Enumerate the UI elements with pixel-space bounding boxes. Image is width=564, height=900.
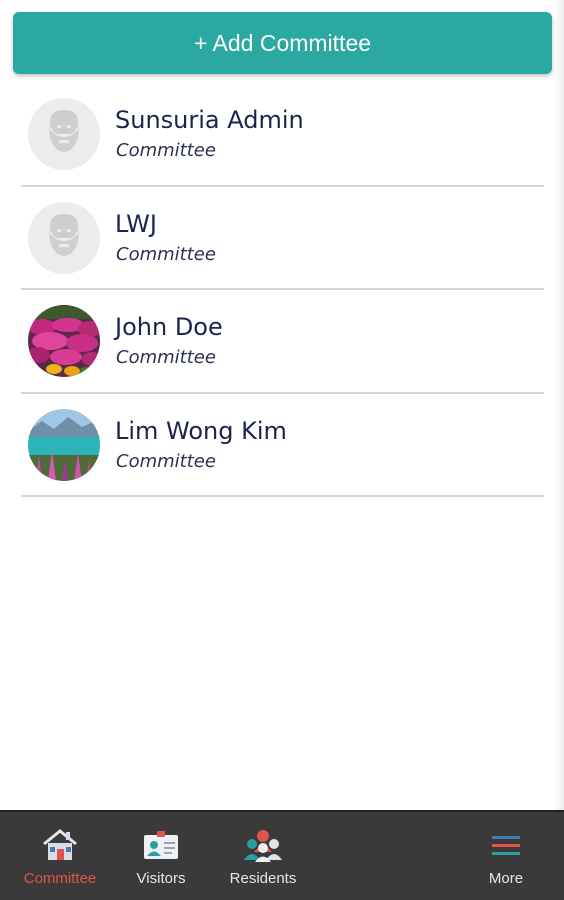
visitor-card-icon xyxy=(144,831,178,859)
member-name: John Doe xyxy=(115,313,223,341)
menu-lines-icon xyxy=(492,836,520,855)
tab-label: Visitors xyxy=(136,870,186,887)
committee-row[interactable]: John Doe Committee xyxy=(21,290,544,394)
member-role: Committee xyxy=(116,450,216,472)
tab-committee[interactable]: Committee xyxy=(14,812,106,900)
scroll-edge-shadow xyxy=(554,0,564,810)
lake-lupines-photo xyxy=(28,408,100,481)
committee-row[interactable]: Lim Wong Kim Committee xyxy=(21,394,544,497)
member-role: Committee xyxy=(116,243,216,265)
tab-label: Committee xyxy=(23,870,97,887)
committee-row[interactable]: LWJ Committee xyxy=(21,187,544,290)
member-name: Sunsuria Admin xyxy=(115,106,304,134)
member-role: Committee xyxy=(116,140,216,161)
member-name: Lim Wong Kim xyxy=(115,416,287,445)
house-icon xyxy=(43,829,77,860)
default-person-icon xyxy=(28,98,100,170)
tab-label: More xyxy=(488,870,524,887)
member-name: LWJ xyxy=(115,209,157,238)
committee-list: Sunsuria Admin Committee LWJ Committee J… xyxy=(21,83,544,497)
tab-residents[interactable]: Residents xyxy=(222,812,304,900)
bottom-tab-bar: Committee Visitors Residents More xyxy=(0,810,564,900)
tab-visitors[interactable]: Visitors xyxy=(125,812,197,900)
add-committee-button[interactable]: + Add Committee xyxy=(13,12,552,74)
default-person-icon xyxy=(28,201,100,274)
member-role: Committee xyxy=(116,347,216,368)
tab-label: Residents xyxy=(229,870,297,887)
flowers-photo xyxy=(28,305,100,377)
committee-row[interactable]: Sunsuria Admin Committee xyxy=(21,83,544,187)
residents-group-icon xyxy=(244,830,282,862)
committee-screen: + Add Committee Sunsuria Admin Committee xyxy=(0,0,564,900)
tab-more[interactable]: More xyxy=(476,812,536,900)
